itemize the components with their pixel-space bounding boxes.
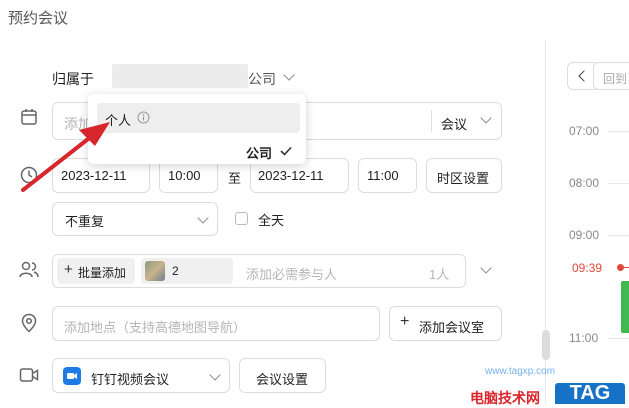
hour-label-8: 08:00: [569, 176, 600, 190]
video-provider-chevron-down-icon: [209, 369, 221, 381]
watermark-site-text: 电脑技术网: [470, 390, 540, 406]
hour-line: [608, 338, 629, 339]
calendar-event-block[interactable]: [621, 281, 629, 333]
location-placeholder: 添加地点（支持高德地图导航）: [64, 320, 247, 335]
add-meeting-room-label: 添加会议室: [419, 320, 485, 335]
video-camera-icon: [19, 368, 39, 382]
owner-label: 归属于: [52, 71, 94, 87]
meeting-settings-button[interactable]: 会议设置: [239, 358, 326, 393]
hour-label-9: 09:00: [569, 228, 600, 242]
end-date-value: 2023-12-11: [258, 168, 324, 183]
allday-label: 全天: [258, 213, 285, 228]
repeat-value: 不重复: [65, 214, 105, 229]
annotation-arrow-icon: [21, 122, 110, 192]
scrollbar-thumb[interactable]: [542, 330, 550, 360]
start-time-value: 10:00: [168, 168, 201, 183]
location-input[interactable]: 添加地点（支持高德地图导航）: [52, 306, 380, 341]
checkmark-icon: [280, 146, 292, 156]
plus-icon: +: [64, 261, 73, 278]
calendar-day-panel: [545, 40, 629, 404]
timezone-settings-label: 时区设置: [437, 171, 490, 186]
current-time-line: [621, 267, 629, 268]
current-time-label: 09:39: [572, 261, 603, 275]
watermark-tag-logo: TAG: [555, 383, 625, 404]
meeting-type-select[interactable]: 会议: [441, 114, 467, 133]
info-icon: [137, 111, 150, 124]
hour-label-11: 11:00: [569, 331, 599, 345]
bulk-add-button[interactable]: + 批量添加: [57, 258, 135, 284]
owner-chevron-down-icon[interactable]: [283, 69, 295, 81]
allday-checkbox[interactable]: [235, 212, 248, 225]
hour-line: [608, 183, 629, 184]
hour-label-7: 07:00: [569, 124, 600, 138]
avatar: [145, 261, 165, 281]
meeting-settings-label: 会议设置: [256, 372, 309, 387]
bulk-add-label: 批量添加: [78, 266, 127, 280]
video-provider-value: 钉钉视频会议: [91, 372, 170, 387]
end-time-value: 11:00: [367, 168, 399, 183]
to-label: 至: [228, 171, 242, 186]
subject-divider: [431, 110, 432, 132]
hour-line: [608, 131, 629, 132]
chevron-left-icon: [578, 70, 590, 82]
dropdown-option-company[interactable]: 公司: [97, 140, 300, 162]
add-room-plus-icon: +: [400, 313, 410, 330]
location-pin-icon: [21, 313, 37, 333]
hour-line: [608, 235, 629, 236]
participants-count: 1人: [429, 267, 450, 282]
owner-dropdown-menu: 个人 公司: [88, 94, 306, 164]
calendar-today-label: 回到: [603, 72, 628, 86]
repeat-chevron-down-icon: [197, 212, 209, 224]
add-meeting-room-button[interactable]: + 添加会议室: [389, 306, 502, 341]
participant-chip[interactable]: 2: [141, 258, 233, 284]
calendar-today-button[interactable]: 回到: [593, 62, 629, 90]
dropdown-option-personal[interactable]: 个人: [97, 103, 300, 133]
participants-chevron-down-icon[interactable]: [480, 262, 492, 274]
participants-icon: [19, 261, 39, 278]
dropdown-option-company-label: 公司: [246, 146, 273, 161]
watermark-url-text: www.tagxp.com: [485, 366, 556, 377]
dingtalk-video-icon: [63, 367, 81, 385]
owner-org-redacted: [112, 64, 248, 88]
participant-count-badge: 2: [172, 264, 179, 278]
owner-org-suffix: 公司: [248, 71, 276, 87]
video-provider-select[interactable]: 钉钉视频会议: [52, 358, 230, 393]
page-title: 预约会议: [8, 10, 69, 27]
participants-placeholder: 添加必需参与人: [246, 267, 338, 282]
repeat-select[interactable]: 不重复: [52, 202, 218, 236]
timezone-settings-button[interactable]: 时区设置: [426, 158, 502, 193]
